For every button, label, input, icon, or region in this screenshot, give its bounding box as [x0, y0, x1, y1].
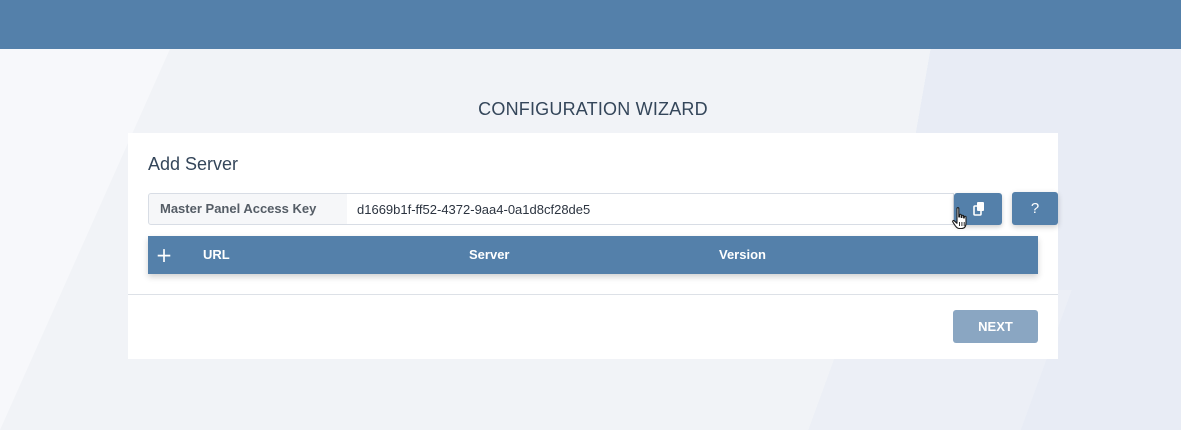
card-title: Add Server	[148, 154, 239, 174]
access-key-input[interactable]	[347, 193, 954, 225]
column-header-url[interactable]: URL	[203, 236, 230, 274]
wizard-title: CONFIGURATION WIZARD	[478, 99, 708, 119]
card-divider	[128, 294, 1058, 295]
next-button[interactable]: NEXT	[953, 310, 1038, 343]
server-table-header: + URL Server Version	[148, 236, 1038, 274]
add-server-card: Add Server Master Panel Access Key ? + U…	[128, 133, 1058, 359]
column-header-server[interactable]: Server	[469, 236, 509, 274]
hand-cursor-icon	[952, 207, 967, 230]
top-bar	[0, 0, 1181, 49]
help-button[interactable]: ?	[1012, 192, 1058, 225]
access-key-label: Master Panel Access Key	[148, 193, 359, 225]
add-server-button[interactable]: +	[148, 236, 180, 274]
column-header-version[interactable]: Version	[719, 236, 766, 274]
